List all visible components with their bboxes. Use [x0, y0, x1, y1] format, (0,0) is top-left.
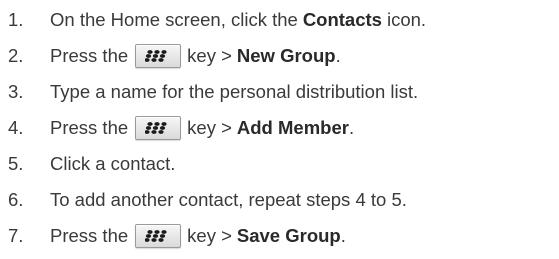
step-4: 4. Press the key > Add Member.: [8, 112, 354, 144]
step-text-tail: icon.: [386, 8, 427, 30]
add-member-label: Add Member: [236, 116, 349, 138]
step-text: Click a contact.: [50, 152, 176, 174]
save-group-label: Save Group: [236, 224, 341, 246]
step-text: Press the key > Save Group.: [50, 224, 346, 248]
new-group-label: New Group: [236, 44, 336, 66]
step-7: 7. Press the key > Save Group.: [8, 220, 346, 252]
step-2: 2. Press the key > New Group.: [8, 40, 341, 72]
step-text-lead: Press the: [50, 44, 129, 66]
blackberry-menu-key-icon: [135, 224, 182, 248]
step-text: To add another contact, repeat steps 4 t…: [50, 188, 407, 210]
step-1: 1. On the Home screen, click the Contacts…: [8, 4, 426, 36]
instruction-steps-list: 1. On the Home screen, click the Contacts…: [0, 0, 559, 259]
step-text: On the Home screen, click the Contacts ico…: [50, 8, 427, 30]
blackberry-menu-key-icon: [135, 116, 182, 140]
step-5: 5. Click a contact.: [8, 148, 175, 180]
step-text-mid: key >: [187, 44, 232, 66]
step-text-lead: On the Home screen, click the: [50, 8, 298, 30]
step-number: 3.: [8, 80, 24, 102]
step-text: Press the key > New Group.: [50, 44, 341, 68]
step-6: 6. To add another contact, repeat steps …: [8, 184, 407, 216]
step-number: 6.: [8, 188, 24, 210]
step-text-tail: .: [340, 224, 346, 246]
step-text-tail: .: [335, 44, 341, 66]
step-number: 4.: [8, 116, 24, 138]
step-text: Type a name for the personal distributio…: [50, 80, 419, 102]
step-text-lead: Press the: [50, 116, 129, 138]
step-number: 7.: [8, 224, 24, 246]
blackberry-menu-key-icon: [135, 44, 182, 68]
step-text: Press the key > Add Member.: [50, 116, 354, 140]
step-text-lead: Press the: [50, 224, 129, 246]
step-text-tail: .: [348, 116, 355, 138]
step-number: 2.: [8, 44, 24, 66]
step-text-mid: key >: [187, 224, 232, 246]
step-3: 3. Type a name for the personal distribu…: [8, 76, 418, 108]
step-number: 5.: [8, 152, 24, 174]
step-text-mid: key >: [187, 116, 232, 138]
contacts-label: Contacts: [302, 8, 382, 30]
step-number: 1.: [8, 8, 24, 30]
